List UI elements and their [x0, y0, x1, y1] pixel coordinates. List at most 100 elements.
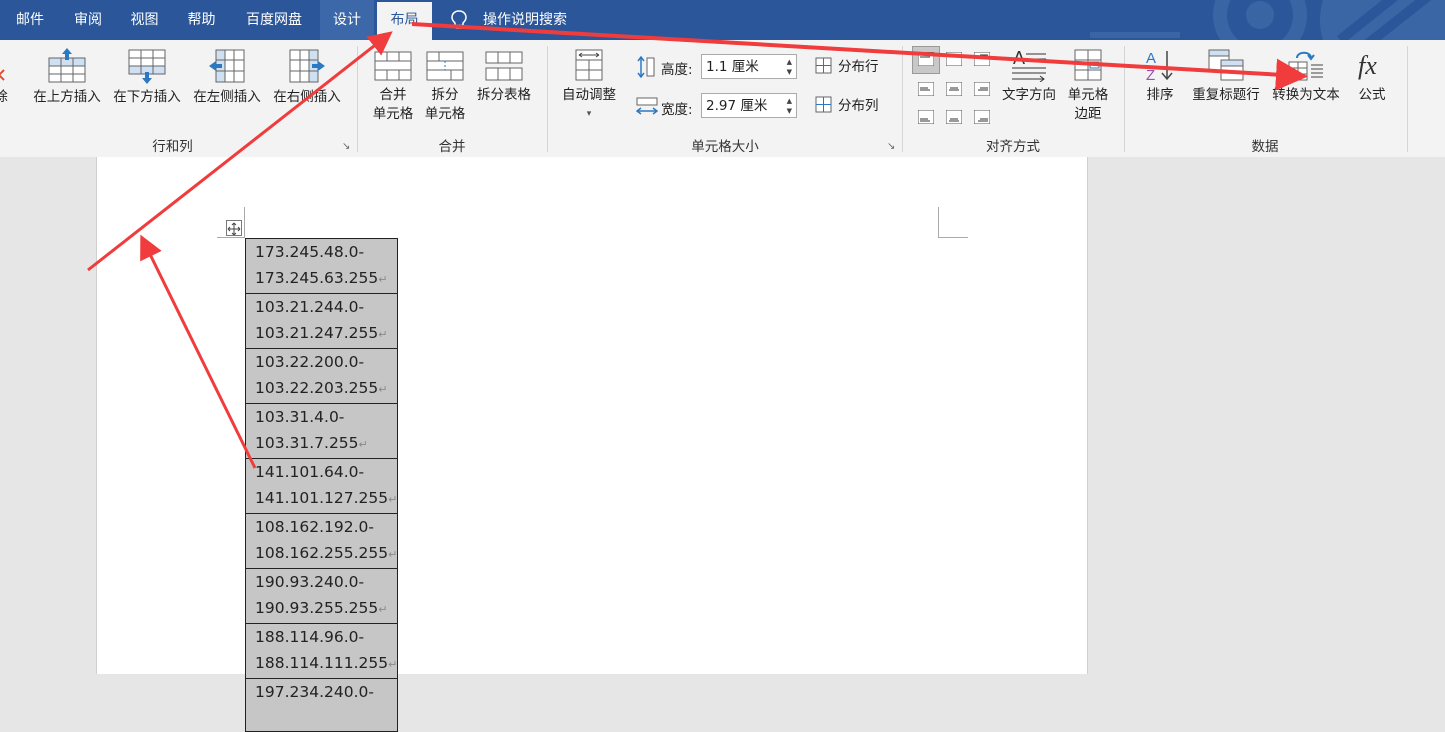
row-height-value: 1.1 厘米	[706, 59, 759, 75]
tab-help[interactable]: 帮助	[173, 0, 230, 40]
spin-down-icon[interactable]: ▼	[787, 107, 792, 115]
insert-left-button[interactable]: 在左侧插入	[188, 48, 266, 107]
table-move-handle[interactable]	[226, 220, 242, 236]
align-top-right-icon[interactable]	[974, 52, 990, 66]
spin-down-icon[interactable]: ▼	[787, 68, 792, 76]
insert-column-right-icon	[289, 49, 325, 83]
spin-up-icon[interactable]: ▲	[787, 97, 792, 105]
table-row[interactable]: 103.21.244.0- 103.21.247.255↵	[244, 293, 399, 349]
column-width-value: 2.97 厘米	[706, 98, 768, 114]
formula-button[interactable]: fx 公式	[1350, 48, 1394, 105]
autofit-button[interactable]: 自动调整 ▾	[556, 48, 622, 124]
document-page[interactable]: ↵ ↵ ↵ ↵ ↵ ↵ ↵ ↵ ↵ 173.245.48.0-173.245.6…	[96, 157, 1088, 732]
align-top-center-icon[interactable]	[946, 52, 962, 66]
group-label-alignment: 对齐方式	[986, 139, 1040, 155]
cell-margins-label-2: 边距	[1074, 106, 1102, 122]
paragraph-mark-icon: ↵	[358, 438, 368, 451]
align-bottom-center-icon[interactable]	[946, 110, 962, 124]
tab-mailings[interactable]: 邮件	[0, 0, 60, 40]
align-bottom-left-icon[interactable]	[918, 110, 934, 124]
move-arrows-icon	[227, 222, 241, 236]
column-width-input[interactable]: 2.97 厘米 ▲ ▼	[701, 93, 797, 118]
insert-above-button[interactable]: 在上方插入	[28, 48, 106, 107]
delete-button[interactable]: 除	[0, 52, 8, 107]
distribute-columns-button[interactable]: 分布列	[815, 96, 879, 116]
sort-icon: A Z	[1146, 50, 1173, 82]
paragraph-mark-icon: ↵	[378, 273, 388, 286]
distribute-rows-label: 分布行	[838, 59, 879, 75]
tab-review[interactable]: 审阅	[60, 0, 116, 40]
spin-up-icon[interactable]: ▲	[787, 58, 792, 66]
table-cell[interactable]: 103.22.200.0- 103.22.203.255↵	[244, 348, 399, 404]
split-cells-button[interactable]: 拆分 单元格	[420, 48, 470, 124]
table-row[interactable]: 188.114.96.0- 188.114.111.255↵	[244, 623, 399, 679]
cell-line-end: 103.22.203.255↵	[255, 375, 397, 403]
table-cell[interactable]: 188.114.96.0- 188.114.111.255↵	[244, 623, 399, 679]
insert-right-button[interactable]: 在右侧插入	[268, 48, 346, 107]
group-separator	[1407, 46, 1408, 152]
align-bottom-right-icon[interactable]	[974, 110, 990, 124]
insert-below-button[interactable]: 在下方插入	[108, 48, 186, 107]
align-middle-left-icon[interactable]	[918, 82, 934, 96]
cell-size-launcher-icon[interactable]: ↘	[887, 141, 895, 152]
table-cell[interactable]: 197.234.240.0-	[244, 678, 399, 732]
group-label-merge: 合并	[438, 139, 466, 155]
paragraph-mark-icon: ↵	[378, 328, 388, 341]
table-cell[interactable]: 103.21.244.0- 103.21.247.255↵	[244, 293, 399, 349]
table-cell[interactable]: 190.93.240.0- 190.93.255.255↵	[244, 568, 399, 624]
autofit-icon	[575, 49, 603, 81]
split-table-button[interactable]: 拆分表格	[472, 48, 536, 105]
cell-line-end-text: 190.93.255.255	[255, 599, 379, 617]
document-workspace: ↵ ↵ ↵ ↵ ↵ ↵ ↵ ↵ ↵ 173.245.48.0-173.245.6…	[0, 157, 1445, 732]
group-label-rows-columns: 行和列	[152, 139, 193, 155]
table-row[interactable]: 173.245.48.0- 173.245.63.255↵	[244, 238, 399, 294]
split-cells-label-2: 单元格	[424, 106, 466, 122]
table-cell[interactable]: 108.162.192.0- 108.162.255.255↵	[244, 513, 399, 569]
tab-baidu-netdisk[interactable]: 百度网盘	[230, 0, 318, 40]
cell-line-end-text: 103.31.7.255	[255, 434, 359, 452]
formula-fx-icon: fx	[1358, 51, 1377, 80]
delete-table-icon	[0, 69, 5, 81]
table-cell[interactable]: 103.31.4.0- 103.31.7.255↵	[244, 403, 399, 459]
sort-button[interactable]: A Z 排序	[1138, 48, 1182, 105]
insert-above-label: 在上方插入	[33, 89, 101, 105]
distribute-rows-button[interactable]: 分布行	[815, 57, 879, 77]
table-row[interactable]: 103.31.4.0- 103.31.7.255↵	[244, 403, 399, 459]
row-height-input[interactable]: 1.1 厘米 ▲ ▼	[701, 54, 797, 79]
rows-columns-launcher-icon[interactable]: ↘	[342, 141, 350, 152]
cell-line-end: 103.21.247.255↵	[255, 320, 397, 348]
table-cell[interactable]: 173.245.48.0- 173.245.63.255↵	[244, 238, 399, 294]
autofit-label: 自动调整	[562, 87, 616, 103]
cell-line-end: 173.245.63.255↵	[255, 265, 397, 293]
insert-column-left-icon	[209, 49, 245, 83]
table-row[interactable]: 190.93.240.0- 190.93.255.255↵	[244, 568, 399, 624]
cell-margins-icon	[1074, 49, 1102, 81]
merge-cells-button[interactable]: 合并 单元格	[368, 48, 418, 124]
insert-row-below-icon	[128, 49, 166, 84]
insert-below-label: 在下方插入	[113, 89, 181, 105]
cell-line-start: 103.31.4.0-	[255, 408, 345, 426]
table-row[interactable]: 103.22.200.0- 103.22.203.255↵	[244, 348, 399, 404]
text-direction-button[interactable]: A 文字方向	[998, 48, 1060, 105]
convert-to-text-button[interactable]: 转换为文本	[1268, 48, 1344, 105]
cell-margins-button[interactable]: 单元格 边距	[1062, 48, 1114, 124]
cell-line-end-text: 141.101.127.255	[255, 489, 389, 507]
table-row[interactable]: 141.101.64.0- 141.101.127.255↵	[244, 458, 399, 514]
table-cell[interactable]: 141.101.64.0- 141.101.127.255↵	[244, 458, 399, 514]
tab-table-layout[interactable]: 布局	[377, 2, 432, 40]
paragraph-mark-icon: ↵	[378, 383, 388, 396]
tab-view[interactable]: 视图	[116, 0, 173, 40]
svg-text:A: A	[1013, 48, 1025, 68]
table-row[interactable]: 108.162.192.0- 108.162.255.255↵	[244, 513, 399, 569]
ip-range-table[interactable]: 173.245.48.0- 173.245.63.255↵ 103.21.244.…	[244, 238, 399, 732]
tab-table-design[interactable]: 设计	[320, 0, 374, 40]
cell-line-end: 141.101.127.255↵	[255, 485, 397, 513]
svg-text:fx: fx	[1358, 51, 1377, 80]
svg-text:A: A	[1146, 50, 1156, 67]
align-middle-center-icon[interactable]	[946, 82, 962, 96]
delete-label: 除	[0, 89, 8, 105]
cell-line-end-text: 173.245.63.255	[255, 269, 379, 287]
repeat-header-rows-button[interactable]: 重复标题行	[1188, 48, 1264, 105]
align-middle-right-icon[interactable]	[974, 82, 990, 96]
table-row[interactable]: 197.234.240.0-	[244, 678, 399, 732]
